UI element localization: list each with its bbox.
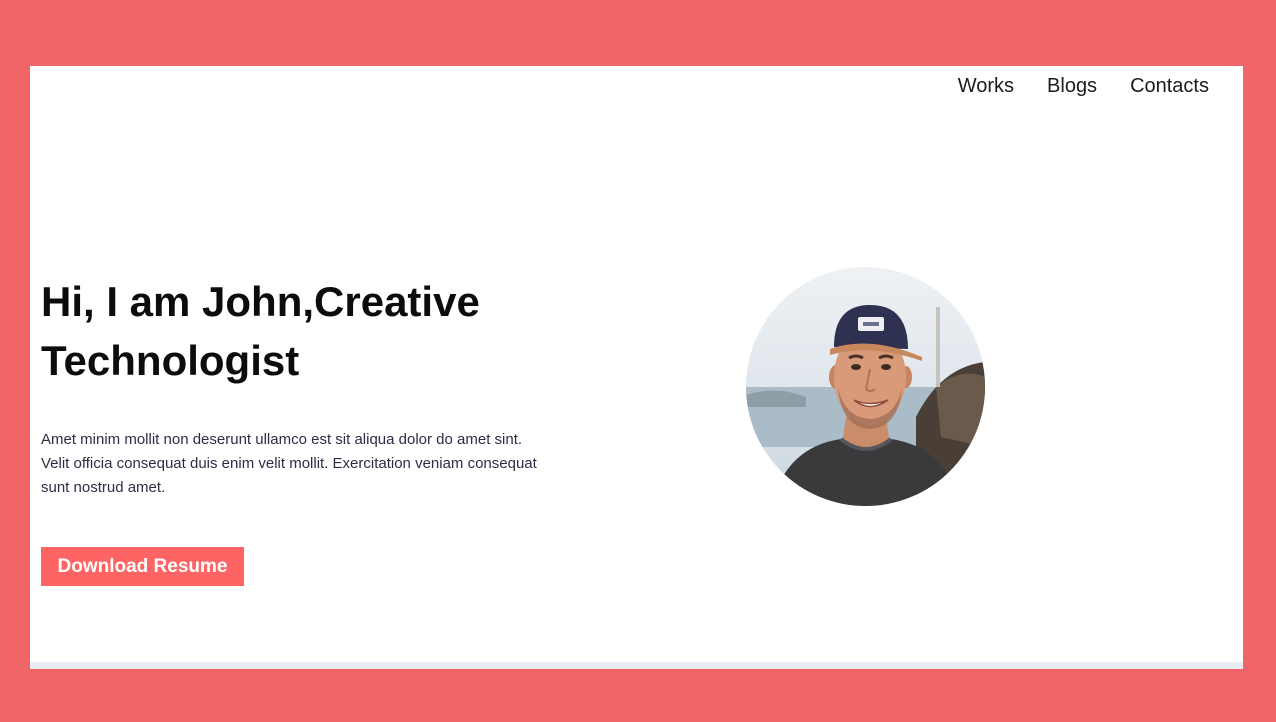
hero-title-line-2: Technologist (41, 337, 300, 384)
hero-title-line-1: Hi, I am John,Creative (41, 278, 480, 325)
download-resume-button[interactable]: Download Resume (41, 547, 244, 586)
nav-item-works[interactable]: Works (958, 74, 1014, 98)
profile-photo (746, 267, 985, 506)
nav-item-contacts[interactable]: Contacts (1130, 74, 1209, 98)
profile-avatar (746, 267, 985, 506)
bottom-divider (30, 662, 1243, 669)
top-nav: Works Blogs Contacts (958, 74, 1209, 98)
hero-description: Amet minim mollit non deserunt ullamco e… (41, 431, 537, 496)
page-frame: Works Blogs Contacts Hi, I am John,Creat… (30, 66, 1243, 669)
nav-item-blogs[interactable]: Blogs (1047, 74, 1097, 98)
hero-title: Hi, I am John,Creative Technologist (41, 272, 561, 390)
